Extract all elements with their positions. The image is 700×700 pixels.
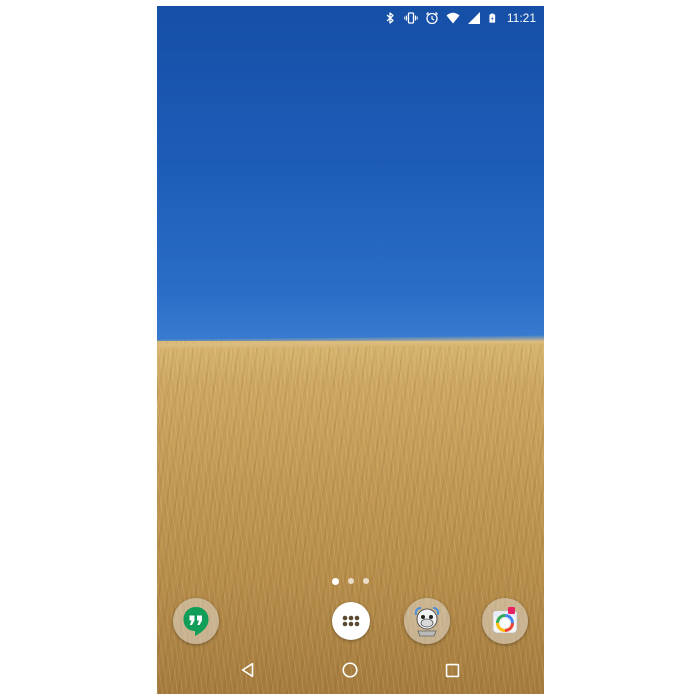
recents-button[interactable] xyxy=(433,650,473,690)
navigation-bar xyxy=(157,646,544,694)
alarm-icon xyxy=(425,12,438,25)
hangouts-app-button[interactable] xyxy=(173,598,219,644)
camera-icon xyxy=(492,607,518,634)
camera-app-button[interactable] xyxy=(482,598,528,644)
page-indicator[interactable] xyxy=(157,577,544,585)
vibrate-icon xyxy=(404,12,418,24)
cell-signal-icon xyxy=(467,12,480,24)
home-button[interactable] xyxy=(330,650,370,690)
wallpaper-sky xyxy=(157,6,544,346)
wallpaper xyxy=(157,6,544,694)
back-icon xyxy=(241,662,254,678)
back-button[interactable] xyxy=(228,650,268,690)
phone-screen: 11:21 xyxy=(157,6,544,694)
recents-icon xyxy=(446,663,460,677)
page-dot[interactable] xyxy=(363,578,369,584)
page-dot[interactable] xyxy=(332,577,339,585)
dock xyxy=(157,598,544,648)
app-drawer-icon xyxy=(342,615,360,627)
battery-charging-icon xyxy=(489,13,496,23)
hangouts-icon xyxy=(183,607,209,636)
bluetooth-icon xyxy=(386,12,394,24)
mascot-app-icon xyxy=(414,607,440,637)
status-bar[interactable]: 11:21 xyxy=(157,6,544,30)
wifi-icon xyxy=(446,12,460,24)
app-drawer-button[interactable] xyxy=(328,598,374,644)
home-icon xyxy=(342,662,359,678)
mascot-app-button[interactable] xyxy=(404,598,450,644)
page-dot[interactable] xyxy=(348,578,354,584)
status-bar-time: 11:21 xyxy=(506,11,536,25)
